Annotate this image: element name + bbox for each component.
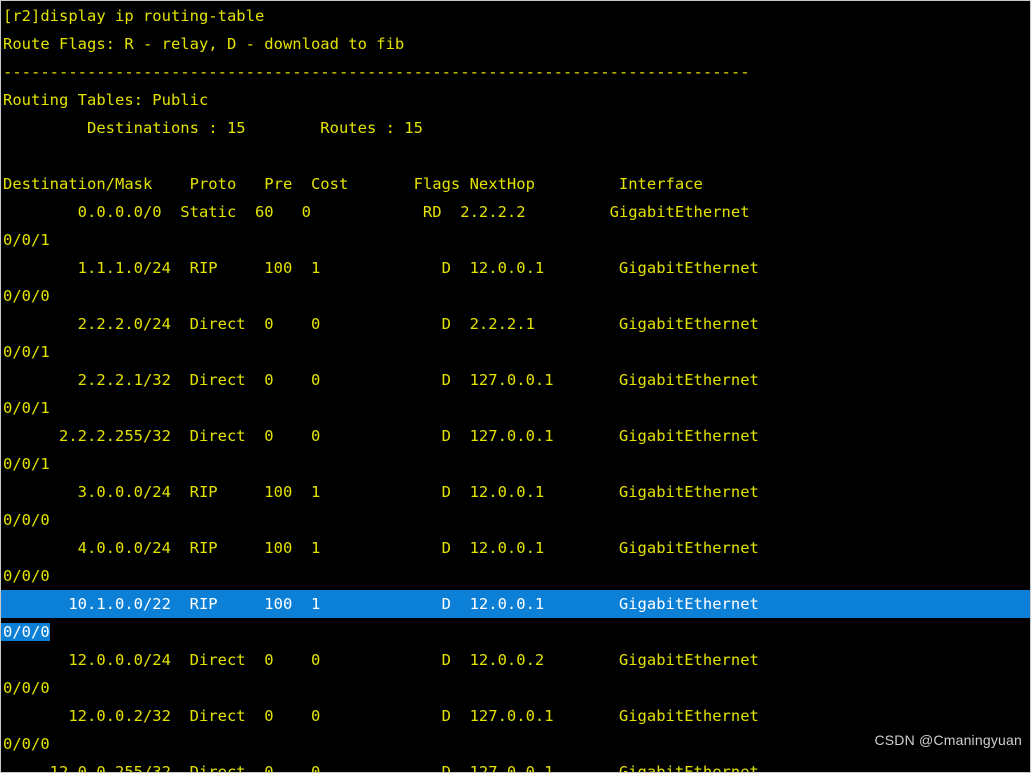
table-row[interactable]: 10.1.0.0/22 RIP 100 1 D 12.0.0.1 Gigabit…	[1, 590, 1030, 646]
table-row[interactable]: 2.2.2.255/32 Direct 0 0 D 127.0.0.1 Giga…	[1, 422, 1030, 478]
csdn-watermark: CSDN @Cmaningyuan	[874, 732, 1022, 748]
route-entry-interface-wrap: 0/0/0	[3, 287, 50, 305]
table-row[interactable]: 12.0.0.255/32 Direct 0 0 D 127.0.0.1 Gig…	[1, 758, 1030, 773]
route-entry-main: 12.0.0.0/24 Direct 0 0 D 12.0.0.2 Gigabi…	[3, 651, 759, 669]
route-entry-main: 0.0.0.0/0 Static 60 0 RD 2.2.2.2 Gigabit…	[3, 203, 750, 221]
route-entry-interface-wrap: 0/0/1	[3, 343, 50, 361]
table-row[interactable]: 12.0.0.0/24 Direct 0 0 D 12.0.0.2 Gigabi…	[1, 646, 1030, 702]
terminal-screen[interactable]: [r2]display ip routing-table Route Flags…	[1, 2, 1030, 773]
route-entry-interface-wrap: 0/0/0	[3, 567, 50, 585]
route-entry-interface-wrap: 0/0/0	[3, 511, 50, 529]
route-entry-main: 10.1.0.0/22 RIP 100 1 D 12.0.0.1 Gigabit…	[1, 590, 1030, 618]
table-column-headers: Destination/Mask Proto Pre Cost Flags Ne…	[3, 175, 703, 193]
route-entry-main: 2.2.2.255/32 Direct 0 0 D 127.0.0.1 Giga…	[3, 427, 759, 445]
route-entry-main: 3.0.0.0/24 RIP 100 1 D 12.0.0.1 GigabitE…	[3, 483, 759, 501]
routing-tables-label: Routing Tables: Public	[3, 91, 209, 109]
route-entry-interface-wrap-text: 0/0/0	[1, 623, 50, 641]
command-prompt-line: [r2]display ip routing-table	[3, 7, 265, 25]
separator-rule: ----------------------------------------…	[3, 63, 750, 81]
route-entry-interface-wrap: 0/0/0	[1, 618, 1030, 646]
table-row[interactable]: 1.1.1.0/24 RIP 100 1 D 12.0.0.1 GigabitE…	[1, 254, 1030, 310]
route-entry-main: 1.1.1.0/24 RIP 100 1 D 12.0.0.1 GigabitE…	[3, 259, 759, 277]
terminal-window[interactable]: [r2]display ip routing-table Route Flags…	[0, 0, 1031, 773]
table-row[interactable]: 2.2.2.1/32 Direct 0 0 D 127.0.0.1 Gigabi…	[1, 366, 1030, 422]
routing-table-body[interactable]: 0.0.0.0/0 Static 60 0 RD 2.2.2.2 Gigabit…	[1, 198, 1030, 773]
table-row[interactable]: 4.0.0.0/24 RIP 100 1 D 12.0.0.1 GigabitE…	[1, 534, 1030, 590]
route-flags-legend: Route Flags: R - relay, D - download to …	[3, 35, 405, 53]
table-row[interactable]: 2.2.2.0/24 Direct 0 0 D 2.2.2.1 GigabitE…	[1, 310, 1030, 366]
route-counts-summary: Destinations : 15 Routes : 15	[3, 119, 423, 137]
route-entry-main: 12.0.0.255/32 Direct 0 0 D 127.0.0.1 Gig…	[3, 763, 759, 773]
route-entry-interface-wrap: 0/0/1	[3, 455, 50, 473]
table-row[interactable]: 0.0.0.0/0 Static 60 0 RD 2.2.2.2 Gigabit…	[1, 198, 1030, 254]
table-row[interactable]: 3.0.0.0/24 RIP 100 1 D 12.0.0.1 GigabitE…	[1, 478, 1030, 534]
route-entry-interface-wrap: 0/0/1	[3, 231, 50, 249]
route-entry-interface-wrap: 0/0/1	[3, 399, 50, 417]
route-entry-main: 2.2.2.0/24 Direct 0 0 D 2.2.2.1 GigabitE…	[3, 315, 759, 333]
route-entry-interface-wrap: 0/0/0	[3, 679, 50, 697]
route-entry-main: 2.2.2.1/32 Direct 0 0 D 127.0.0.1 Gigabi…	[3, 371, 759, 389]
route-entry-main: 4.0.0.0/24 RIP 100 1 D 12.0.0.1 GigabitE…	[3, 539, 759, 557]
